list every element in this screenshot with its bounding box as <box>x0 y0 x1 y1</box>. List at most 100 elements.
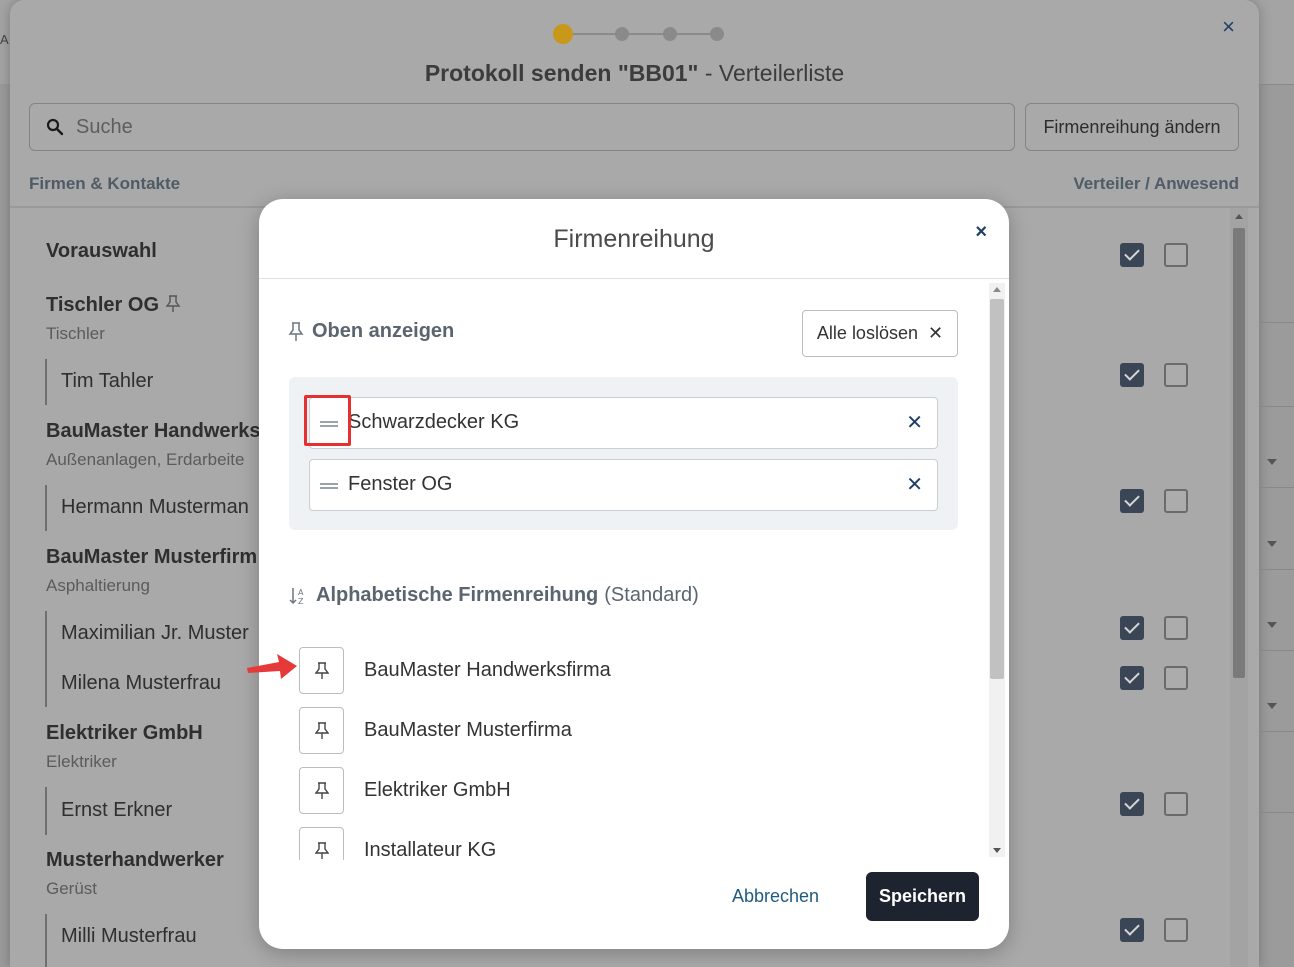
company-name: BauMaster Musterfirma <box>364 719 572 741</box>
pinned-company-name: Schwarzdecker KG <box>348 411 520 433</box>
scroll-down-icon[interactable] <box>993 848 1001 853</box>
pin-company-button[interactable] <box>299 827 344 860</box>
chevron-down-icon <box>1267 459 1277 465</box>
step-indicator <box>553 23 724 45</box>
stepper-line <box>571 33 716 35</box>
step-dot-1 <box>553 24 573 44</box>
contact-indent-line <box>45 787 47 835</box>
close-icon: ✕ <box>927 323 944 343</box>
pin-icon <box>314 721 329 739</box>
distribution-checkbox[interactable] <box>1120 243 1144 267</box>
scrollbar-thumb[interactable] <box>1233 228 1245 678</box>
distribution-checkbox[interactable] <box>1120 616 1144 640</box>
company-name: Installateur KG <box>364 839 497 860</box>
alphabetical-section-heading: AZ Alphabetische Firmenreihung (Standard… <box>288 584 699 607</box>
change-company-order-button[interactable]: Firmenreihung ändern <box>1025 103 1239 151</box>
company-tischler-og: Tischler OG <box>46 294 181 317</box>
attendance-checkbox[interactable] <box>1164 489 1188 513</box>
pin-icon <box>314 781 329 799</box>
contact-indent-line <box>45 611 47 707</box>
step-dot-2 <box>615 27 629 41</box>
pin-company-button[interactable] <box>299 647 344 694</box>
pin-icon <box>314 661 329 679</box>
contact-indent-line <box>45 359 47 405</box>
pin-icon <box>288 321 304 341</box>
cancel-button[interactable]: Abbrechen <box>732 886 819 907</box>
company-baumaster-handwerks: BauMaster Handwerks <box>46 420 261 442</box>
chevron-down-icon <box>1267 541 1277 547</box>
annotation-arrow-icon <box>247 654 297 679</box>
modal-header: Firmenreihung × <box>259 199 1009 279</box>
attendance-checkbox[interactable] <box>1164 243 1188 267</box>
contact-name: Ernst Erkner <box>61 799 173 821</box>
pinned-company-row[interactable]: Schwarzdecker KG ✕ <box>309 397 938 449</box>
contact-name: Tim Tahler <box>61 370 154 392</box>
attendance-checkbox[interactable] <box>1164 918 1188 942</box>
divider <box>1259 84 1294 85</box>
distribution-checkbox[interactable] <box>1120 792 1144 816</box>
contact-name: Milena Musterfrau <box>61 672 222 694</box>
divider <box>1259 487 1294 488</box>
dialog-title-bold: Protokoll senden "BB01" <box>424 60 699 86</box>
scrollbar-thumb[interactable] <box>990 299 1004 679</box>
divider <box>1259 731 1294 732</box>
divider <box>1259 406 1294 407</box>
contact-name: Milli Musterfrau <box>61 925 197 947</box>
list-scrollbar[interactable] <box>1230 208 1248 967</box>
pinned-company-row[interactable]: Fenster OG ✕ <box>309 459 938 511</box>
modal-body: Oben anzeigen Alle loslösen ✕ Schwarzdeck… <box>259 280 1009 860</box>
pinned-section-heading: Oben anzeigen <box>288 320 454 343</box>
modal-title: Firmenreihung <box>553 225 715 253</box>
column-header-companies: Firmen & Kontakte <box>29 174 181 193</box>
pin-company-button[interactable] <box>299 767 344 814</box>
close-icon[interactable]: × <box>1222 14 1235 40</box>
distribution-checkbox[interactable] <box>1120 918 1144 942</box>
remove-icon[interactable]: ✕ <box>906 472 923 497</box>
pinned-section-title: Oben anzeigen <box>312 320 455 342</box>
group-vorauswahl: Vorauswahl <box>46 240 157 262</box>
company-trade: Außenanlagen, Erdarbeite <box>46 450 245 469</box>
contact-indent-line <box>45 914 47 967</box>
svg-text:Z: Z <box>298 597 304 606</box>
modal-scrollbar[interactable] <box>989 283 1005 857</box>
distribution-checkbox[interactable] <box>1120 489 1144 513</box>
pin-icon <box>314 841 329 859</box>
company-order-modal: Firmenreihung × Oben anzeigen Alle loslö… <box>259 199 1009 949</box>
company-trade: Gerüst <box>46 879 98 898</box>
background-page-edge <box>1259 0 1294 967</box>
attendance-checkbox[interactable] <box>1164 363 1188 387</box>
company-baumaster-musterfirm: BauMaster Musterfirm <box>46 546 258 568</box>
scroll-up-icon[interactable] <box>993 287 1001 292</box>
svg-text:A: A <box>298 588 304 597</box>
distribution-checkbox[interactable] <box>1120 363 1144 387</box>
remove-icon[interactable]: ✕ <box>906 410 923 435</box>
chevron-down-icon <box>1267 622 1277 628</box>
contact-name: Maximilian Jr. Muster <box>61 622 249 644</box>
divider <box>1259 650 1294 651</box>
column-header-distribution: Verteiler / Anwesend <box>1073 174 1239 193</box>
company-trade: Asphaltierung <box>46 576 150 595</box>
highlight-drag-handle-marker <box>304 395 351 446</box>
unpin-all-label: Alle loslösen <box>816 323 918 343</box>
company-elektriker-gmbh: Elektriker GmbH <box>46 722 203 744</box>
dialog-title: Protokoll senden "BB01" - Verteilerliste <box>10 60 1259 87</box>
divider <box>1259 812 1294 813</box>
save-button[interactable]: Speichern <box>866 872 979 921</box>
company-name: Tischler OG <box>46 294 160 316</box>
close-icon[interactable]: × <box>975 221 987 244</box>
scroll-up-icon[interactable] <box>1235 214 1243 219</box>
contact-name: Hermann Musterman <box>61 496 249 518</box>
attendance-checkbox[interactable] <box>1164 666 1188 690</box>
unpin-all-button[interactable]: Alle loslösen ✕ <box>802 310 958 357</box>
step-dot-4 <box>710 27 724 41</box>
attendance-checkbox[interactable] <box>1164 616 1188 640</box>
drag-handle-icon[interactable] <box>320 483 338 489</box>
distribution-checkbox[interactable] <box>1120 666 1144 690</box>
pin-company-button[interactable] <box>299 707 344 754</box>
search-input[interactable]: Suche <box>29 103 1015 151</box>
pinned-company-name: Fenster OG <box>348 473 453 495</box>
alphabetical-section-title: Alphabetische Firmenreihung <box>316 584 599 606</box>
sort-alpha-icon: AZ <box>289 587 304 606</box>
dialog-title-rest: - Verteilerliste <box>698 60 845 86</box>
attendance-checkbox[interactable] <box>1164 792 1188 816</box>
